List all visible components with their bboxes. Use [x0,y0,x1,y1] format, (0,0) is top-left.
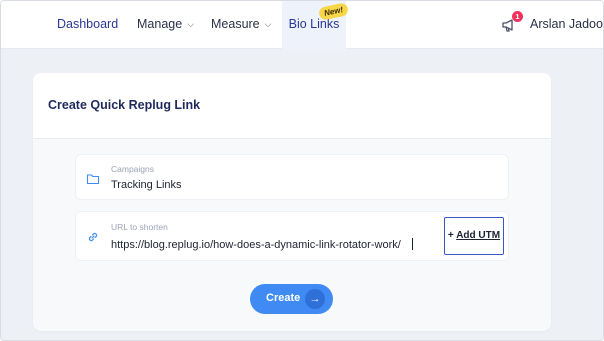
top-navbar: Dashboard Manage ⌵ Measure ⌵ Bio Links New… [1,1,603,49]
add-utm-button[interactable]: + Add UTM [444,217,504,255]
chevron-down-icon: ⌵ [264,19,272,29]
folder-icon [86,174,100,185]
campaign-label: Campaigns [111,164,154,174]
app-window: Dashboard Manage ⌵ Measure ⌵ Bio Links New… [0,0,604,341]
notification-count-badge: 1 [512,11,523,22]
card-title: Create Quick Replug Link [48,98,201,112]
campaign-select[interactable]: Campaigns Tracking Links [75,154,509,200]
nav-bio-links-label: Bio Links [288,17,340,31]
card-header: Create Quick Replug Link [33,73,551,139]
nav-measure-label: Measure [211,17,260,31]
add-utm-plus: + [447,230,454,241]
user-name[interactable]: Arslan Jadoon [530,1,603,49]
text-caret [412,238,413,250]
create-button[interactable]: Create → [250,284,333,314]
url-label: URL to shorten [111,222,168,232]
nav-manage-label: Manage [137,17,183,31]
arrow-right-icon: → [305,289,325,309]
url-input[interactable] [111,239,411,251]
nav-measure-dropdown[interactable]: Measure ⌵ [211,1,271,49]
create-button-label: Create [266,292,301,304]
add-utm-label: Add UTM [456,230,501,241]
quick-link-card: Create Quick Replug Link Campaigns Track… [33,73,551,331]
link-icon [88,232,98,242]
url-value-wrapper [111,238,413,251]
nav-dashboard-label: Dashboard [57,17,119,31]
url-field[interactable]: URL to shorten + Add UTM [75,211,509,261]
nav-dashboard[interactable]: Dashboard [57,1,118,49]
chevron-down-icon: ⌵ [187,19,195,29]
nav-manage-dropdown[interactable]: Manage ⌵ [137,1,194,49]
campaign-value: Tracking Links [111,179,182,191]
